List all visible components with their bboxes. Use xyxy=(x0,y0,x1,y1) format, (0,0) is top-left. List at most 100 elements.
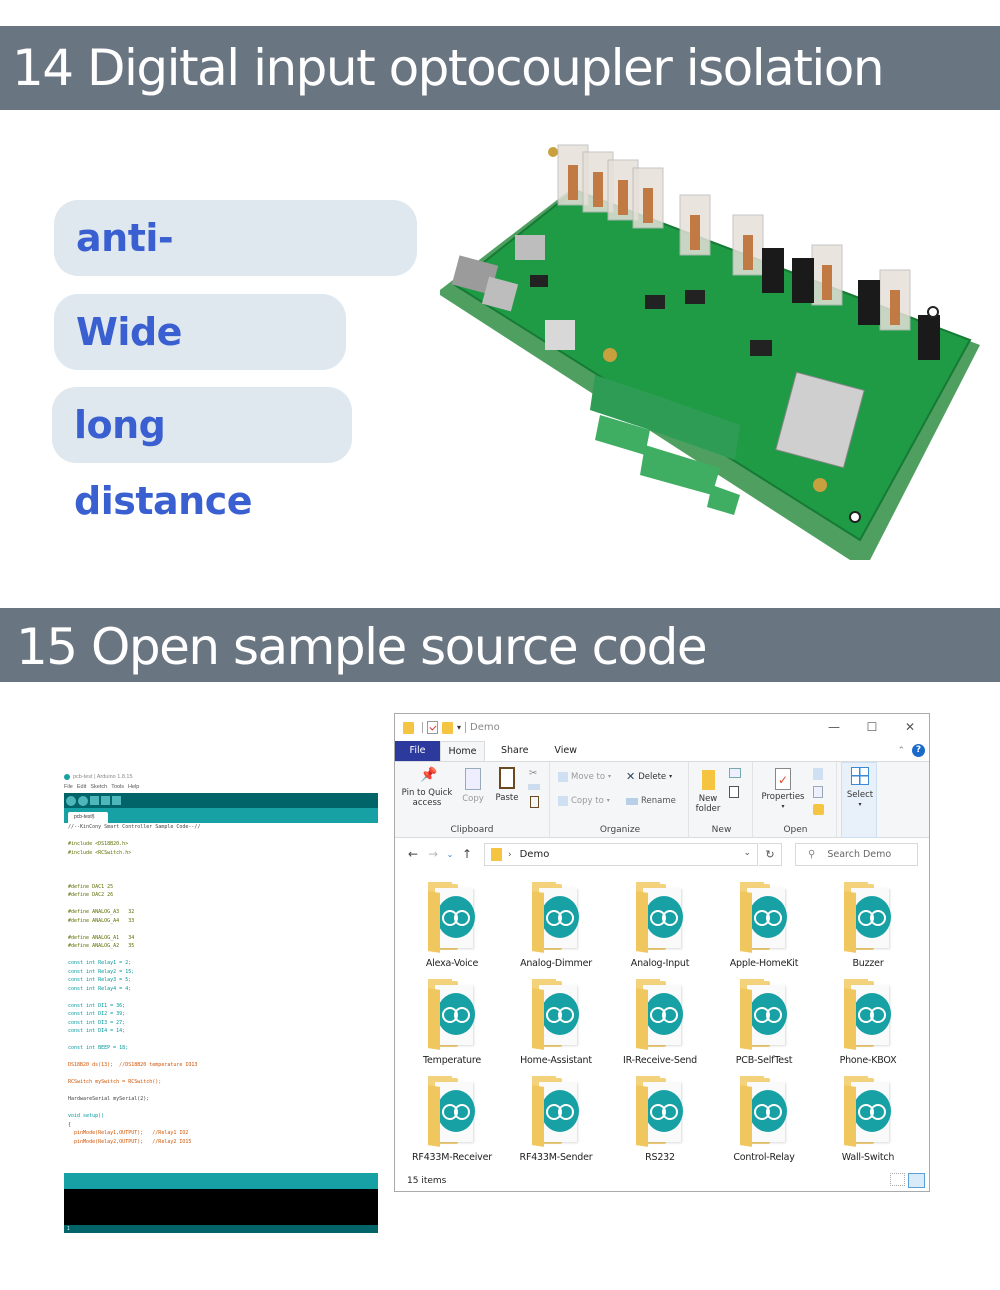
ide-menu-help[interactable]: Help xyxy=(128,782,139,793)
copy-to-button[interactable]: Copy to ▾ xyxy=(558,796,610,806)
select-button[interactable]: Select ▾ xyxy=(844,767,876,810)
delete-button[interactable]: ✕ Delete ▾ xyxy=(626,771,672,782)
recent-locations-icon[interactable]: ⌄ xyxy=(443,850,457,859)
maximize-button[interactable]: ☐ xyxy=(853,714,891,741)
folder-item[interactable]: Buzzer xyxy=(816,882,920,969)
folder-item[interactable]: Analog-Dimmer xyxy=(504,882,608,969)
upload-icon[interactable] xyxy=(78,795,88,806)
address-dropdown-icon[interactable]: ⌄ xyxy=(743,848,751,858)
code-line: #include <RCSwitch.h> xyxy=(68,849,132,856)
ide-window-title: pcb-test | Arduino 1.8.15 xyxy=(73,774,133,780)
folder-item[interactable]: Home-Assistant xyxy=(504,979,608,1066)
section-15-banner: 15 Open sample source code xyxy=(0,608,1000,682)
move-to-button[interactable]: Move to ▾ xyxy=(558,772,611,782)
new-folder-quick-icon[interactable] xyxy=(442,721,453,734)
back-arrow-icon[interactable]: ← xyxy=(403,847,423,861)
arduino-folder-icon xyxy=(841,882,895,954)
address-bar[interactable]: › Demo ⌄ xyxy=(484,843,758,866)
large-icons-view-icon[interactable] xyxy=(908,1173,925,1188)
save-sketch-icon[interactable] xyxy=(112,796,121,805)
code-editor[interactable]: //--KinCony Smart Controller Sample Code… xyxy=(64,823,378,1173)
ide-line-indicator: 1 xyxy=(64,1225,378,1233)
rename-button[interactable]: Rename xyxy=(626,796,676,806)
ide-menu-edit[interactable]: Edit xyxy=(77,782,86,793)
refresh-button[interactable]: ↻ xyxy=(759,843,782,866)
open-sketch-icon[interactable] xyxy=(101,796,110,805)
easy-access-icon[interactable] xyxy=(729,786,739,798)
tab-view[interactable]: View xyxy=(544,741,587,761)
code-line: const int Relay4 = 4; xyxy=(68,985,132,992)
verify-icon[interactable] xyxy=(66,795,76,806)
ide-tab-pcb-test[interactable]: pcb-test§ xyxy=(68,812,108,823)
select-grid-icon xyxy=(851,767,869,785)
code-line: const int DI4 = 14; xyxy=(68,1028,126,1034)
folder-label: Temperature xyxy=(423,1055,481,1066)
search-icon: ⚲ xyxy=(808,849,816,860)
collapse-ribbon-icon[interactable]: ⌃ xyxy=(897,746,905,756)
folder-label: RF433M-Receiver xyxy=(412,1152,492,1163)
code-line: const int BEEP = 18; xyxy=(68,1045,129,1051)
folder-item[interactable]: PCB-SelfTest xyxy=(712,979,816,1066)
copy-icon xyxy=(465,768,481,790)
folder-item[interactable]: Control-Relay xyxy=(712,1076,816,1163)
search-input[interactable]: ⚲ Search Demo xyxy=(795,843,918,866)
ide-menu-tools[interactable]: Tools xyxy=(111,782,124,793)
new-folder-button[interactable]: New folder xyxy=(693,770,723,814)
properties-button[interactable]: ✓ Properties ▾ xyxy=(759,768,807,812)
divider xyxy=(422,722,423,733)
clipboard-group-label: Clipboard xyxy=(450,825,494,835)
folder-label: Analog-Dimmer xyxy=(520,958,592,969)
pin-to-quick-access-button[interactable]: 📌 Pin to Quick access xyxy=(399,768,455,808)
cut-icon[interactable]: ✂ xyxy=(529,768,537,779)
edit-icon[interactable] xyxy=(813,786,823,798)
paste-button[interactable]: Paste xyxy=(493,767,521,803)
details-view-icon[interactable] xyxy=(890,1173,905,1186)
folder-item[interactable]: Phone-KBOX xyxy=(816,979,920,1066)
copy-button[interactable]: Copy xyxy=(459,768,487,804)
code-line: DS18B20 ds(13); //DS18B20 temperature IO… xyxy=(68,1062,198,1068)
breadcrumb-demo[interactable]: Demo xyxy=(520,849,550,860)
code-line: #include <DS18B20.h> xyxy=(68,841,129,847)
folder-item[interactable]: IR-Receive-Send xyxy=(608,979,712,1066)
ide-menu-sketch[interactable]: Sketch xyxy=(90,782,107,793)
folder-label: Analog-Input xyxy=(630,958,690,969)
ide-menu-file[interactable]: File xyxy=(64,782,73,793)
history-icon[interactable] xyxy=(813,804,824,815)
new-item-icon[interactable] xyxy=(729,768,741,778)
minimize-button[interactable]: — xyxy=(815,714,853,741)
folder-item[interactable]: RF433M-Sender xyxy=(504,1076,608,1163)
search-placeholder: Search Demo xyxy=(827,849,892,860)
up-arrow-icon[interactable]: ↑ xyxy=(457,847,477,861)
forward-arrow-icon[interactable]: → xyxy=(423,847,443,861)
folder-item[interactable]: Analog-Input xyxy=(608,882,712,969)
customize-toolbar-icon[interactable]: ▾ xyxy=(457,723,461,732)
tab-file[interactable]: File xyxy=(395,741,440,761)
folder-item[interactable]: Alexa-Voice xyxy=(400,882,504,969)
ribbon-group-clipboard: 📌 Pin to Quick access Copy Paste ✂ Clipb… xyxy=(395,762,550,838)
feature-badge-long-distance: long distance xyxy=(52,387,352,523)
arduino-folder-icon xyxy=(737,1076,791,1148)
folder-item[interactable]: RS232 xyxy=(608,1076,712,1163)
tab-home[interactable]: Home xyxy=(440,741,485,761)
close-button[interactable]: ✕ xyxy=(891,714,929,741)
copy-path-icon[interactable] xyxy=(528,784,540,790)
folder-item[interactable]: Temperature xyxy=(400,979,504,1066)
folder-item[interactable]: Wall-Switch xyxy=(816,1076,920,1163)
new-sketch-icon[interactable] xyxy=(90,796,99,805)
code-line: RCSwitch mySwitch = RCSwitch(); xyxy=(68,1079,162,1085)
feature-badge-wide-voltage: Wide voltage xyxy=(54,294,346,430)
open-icon[interactable] xyxy=(813,768,823,780)
arduino-folder-icon xyxy=(529,979,583,1051)
tab-share[interactable]: Share xyxy=(485,741,544,761)
folder-item[interactable]: RF433M-Receiver xyxy=(400,1076,504,1163)
properties-quick-icon[interactable] xyxy=(427,721,438,734)
organize-group-label: Organize xyxy=(599,825,641,835)
item-count: 15 items xyxy=(407,1176,447,1186)
new-folder-icon xyxy=(701,770,715,790)
folder-item[interactable]: Apple-HomeKit xyxy=(712,882,816,969)
paste-shortcut-icon[interactable] xyxy=(530,796,539,808)
help-icon[interactable]: ? xyxy=(912,744,925,757)
